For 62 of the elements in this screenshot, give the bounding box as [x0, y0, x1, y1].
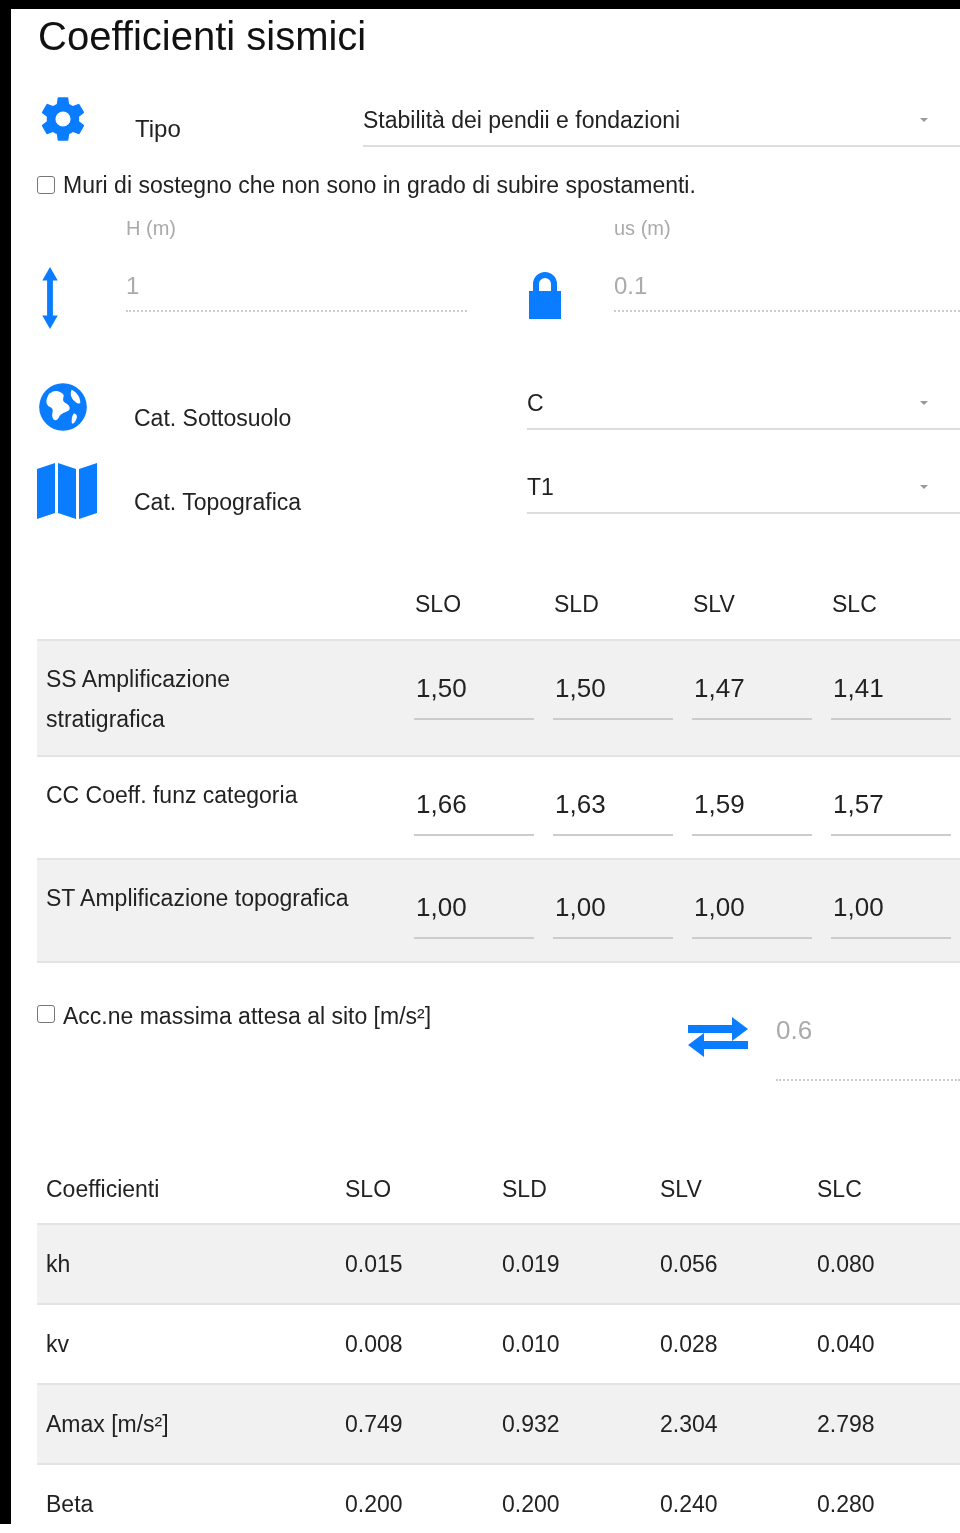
table-cell-text: 0.200: [344, 1490, 404, 1518]
column-header: SLV: [659, 1175, 703, 1203]
table-cell-text: 0.080: [816, 1250, 876, 1278]
value-field[interactable]: 1,57: [831, 779, 951, 836]
table-cell-text: 0.040: [816, 1330, 876, 1358]
table-cell-text: kv: [45, 1330, 70, 1358]
table-cell-text: Beta: [45, 1490, 95, 1518]
value-field[interactable]: 1,63: [553, 779, 673, 836]
swap-icon: [688, 1015, 748, 1059]
table-cell-text: kh: [45, 1250, 72, 1278]
field-label: Cat. Topografica: [134, 488, 303, 516]
field-label: us (m): [614, 217, 672, 240]
checkbox[interactable]: [37, 176, 55, 194]
row-label: ST Amplificazione topografica: [45, 884, 350, 913]
value-field[interactable]: 1,66: [414, 779, 534, 836]
column-header: SLD: [501, 1175, 548, 1203]
page-title: Coefficienti sismici: [38, 13, 368, 60]
field-label: H (m): [126, 217, 177, 240]
column-header: SLO: [344, 1175, 393, 1203]
caret-icon: [920, 401, 928, 405]
caret-icon: [920, 118, 928, 122]
checkbox-label: Muri di sostegno che non sono in grado di subire spostamenti.: [63, 171, 696, 199]
map-icon: [37, 461, 97, 521]
dropdown[interactable]: C: [527, 378, 960, 430]
column-header: SLC: [832, 590, 877, 618]
checkbox[interactable]: [37, 1005, 55, 1023]
table-cell-text: 0.749: [344, 1410, 404, 1438]
value-field[interactable]: 1,00: [414, 882, 534, 939]
caret-icon: [920, 485, 928, 489]
row-label: SS Amplificazione stratigrafica: [45, 665, 232, 734]
value-field[interactable]: 1,00: [692, 882, 812, 939]
table-cell-text: 0.240: [659, 1490, 719, 1518]
table-cell-text: 0.200: [501, 1490, 561, 1518]
dropdown[interactable]: T1: [527, 462, 960, 514]
column-header: SLC: [816, 1175, 863, 1203]
field-label: Tipo: [135, 115, 182, 143]
table-cell-text: 0.280: [816, 1490, 876, 1518]
table-cell-text: 0.010: [501, 1330, 561, 1358]
table-cell-text: 0.056: [659, 1250, 719, 1278]
value-field[interactable]: 1,50: [553, 663, 673, 720]
table-cell-text: 2.798: [816, 1410, 876, 1438]
table-cell-text: 0.019: [501, 1250, 561, 1278]
value-field[interactable]: 1,59: [692, 779, 812, 836]
column-header: Coefficienti: [45, 1175, 161, 1203]
value-field[interactable]: 1,41: [831, 663, 951, 720]
value-field[interactable]: 1,50: [414, 663, 534, 720]
table-cell-text: 2.304: [659, 1410, 719, 1438]
value-field[interactable]: 1,00: [831, 882, 951, 939]
type-dropdown[interactable]: Stabilità dei pendii e fondazioni: [363, 95, 960, 147]
column-header: SLO: [415, 590, 463, 618]
table-cell-text: 0.015: [344, 1250, 404, 1278]
table-cell-text: 0.932: [501, 1410, 561, 1438]
value-field[interactable]: 1,47: [692, 663, 812, 720]
value-field[interactable]: 1,00: [553, 882, 673, 939]
field-label: Cat. Sottosuolo: [134, 404, 293, 432]
checkbox-label: Acc.ne massima attesa al sito [m/s²]: [63, 1003, 432, 1030]
row-label: CC Coeff. funz categoria: [45, 781, 299, 810]
column-header: SLD: [554, 590, 600, 618]
table-cell-text: Amax [m/s²]: [45, 1410, 170, 1438]
table-cell-text: 0.008: [344, 1330, 404, 1358]
table-cell-text: 0.028: [659, 1330, 719, 1358]
column-header: SLV: [693, 590, 736, 618]
